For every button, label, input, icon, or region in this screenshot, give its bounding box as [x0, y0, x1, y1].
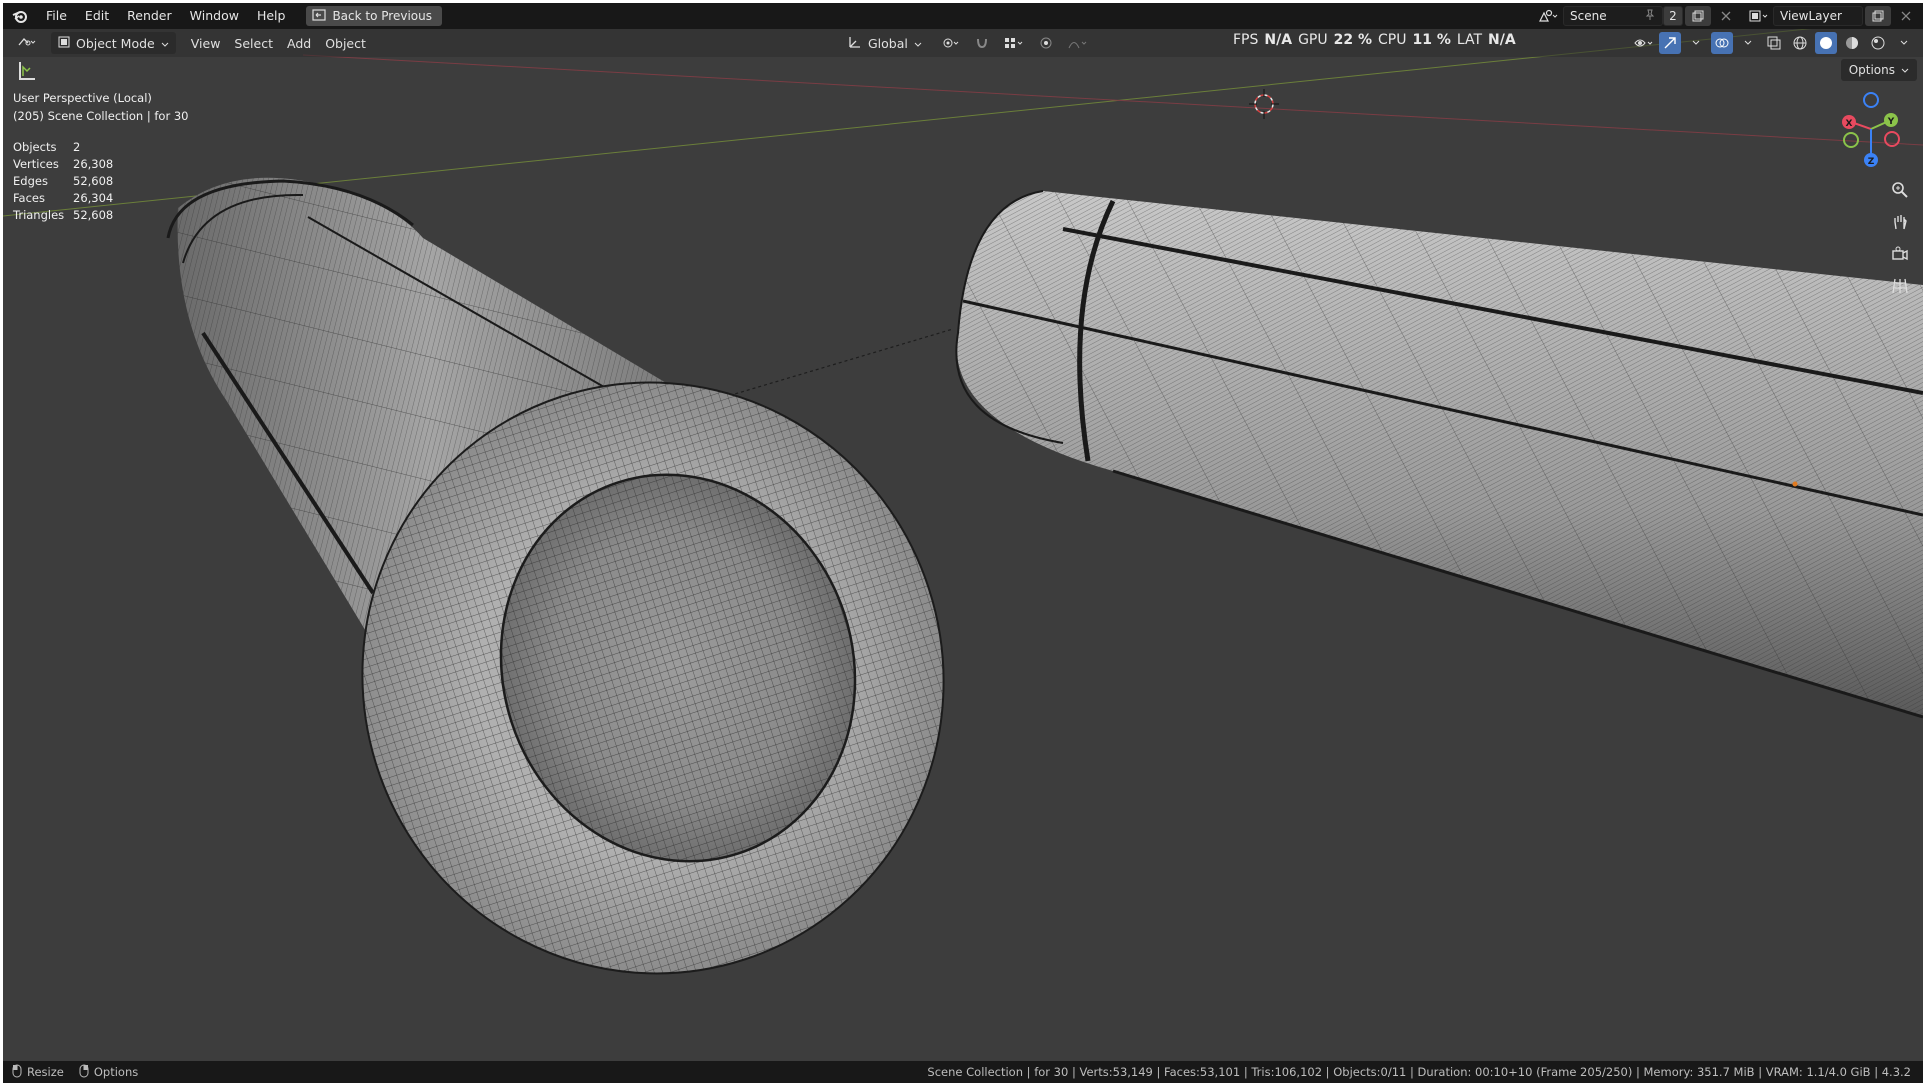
svg-text:Y: Y [1887, 117, 1895, 127]
camera-view-icon[interactable] [1887, 241, 1913, 267]
blender-window: X Y Z File Edit Render Window Help Back … [3, 3, 1923, 1083]
menu-add[interactable]: Add [280, 32, 318, 54]
perspective-ortho-grid-icon[interactable] [1887, 273, 1913, 299]
menu-window[interactable]: Window [181, 3, 248, 29]
overlays-dropdown-icon[interactable] [1737, 32, 1759, 54]
cpu-label: CPU [1378, 32, 1407, 48]
3d-cursor[interactable] [1249, 89, 1279, 119]
stat-row-vertices: Vertices 26,308 [13, 157, 114, 171]
orientation-icon [848, 35, 862, 52]
gizmo-neg-y[interactable] [1843, 132, 1859, 148]
gizmo-neg-z[interactable] [1863, 92, 1879, 108]
back-icon [312, 8, 327, 24]
status-options: Options [78, 1064, 138, 1081]
gpu-label: GPU [1298, 32, 1328, 48]
editor-type-button[interactable] [9, 32, 45, 54]
rendered-shading-icon[interactable] [1867, 32, 1889, 54]
svg-text:X: X [1846, 119, 1853, 129]
delete-scene-icon[interactable] [1713, 6, 1739, 26]
object-mode-icon [58, 36, 70, 51]
scene-statistics: Objects 2 Vertices 26,308 Edges 52,608 Face… [13, 139, 113, 224]
performance-overlay: FPS N/A GPU 22 % CPU 11 % LAT N/A [1233, 29, 1516, 51]
scene-type-icon[interactable] [1537, 5, 1559, 27]
menu-help[interactable]: Help [248, 3, 295, 29]
object-mode-label: Object Mode [76, 35, 155, 51]
gizmo-neg-x[interactable] [1884, 131, 1900, 147]
right-tube-object[interactable] [955, 190, 1923, 719]
status-resize: Resize [11, 1064, 64, 1081]
status-summary: Scene Collection | for 30 | Verts:53,149… [927, 1065, 1911, 1079]
visibility-selectability-icon[interactable] [1633, 32, 1655, 54]
menu-view[interactable]: View [184, 32, 228, 54]
mouse-icon [78, 1064, 90, 1081]
shading-dropdown-icon[interactable] [1893, 32, 1915, 54]
proportional-editing-icon[interactable] [1035, 32, 1057, 54]
back-to-previous-button[interactable]: Back to Previous [306, 6, 442, 26]
view-layer-field[interactable]: ViewLayer [1773, 6, 1863, 26]
menu-object[interactable]: Object [318, 32, 373, 54]
transform-controls: Global [841, 32, 1089, 54]
menu-edit[interactable]: Edit [76, 3, 118, 29]
mouse-icon [11, 1064, 23, 1081]
falloff-icon[interactable] [1067, 32, 1089, 54]
blender-logo-icon[interactable] [3, 3, 37, 29]
lat-label: LAT [1456, 32, 1483, 48]
navigation-controls [1887, 177, 1913, 299]
top-bar: File Edit Render Window Help Back to Pre… [3, 3, 1923, 29]
stat-row-triangles: Triangles 52,608 [13, 208, 114, 222]
chevron-down-icon [1901, 63, 1909, 77]
left-tube-object[interactable] [166, 177, 1020, 1049]
scene-user-count[interactable]: 2 [1663, 6, 1683, 26]
view-layer-icon[interactable] [1747, 5, 1769, 27]
new-scene-icon[interactable] [1685, 6, 1711, 26]
stat-row-objects: Objects 2 [13, 140, 81, 154]
wireframe-shading-icon[interactable] [1789, 32, 1811, 54]
stat-row-edges: Edges 52,608 [13, 174, 114, 188]
gizmo-dropdown-icon[interactable] [1685, 32, 1707, 54]
material-preview-icon[interactable] [1841, 32, 1863, 54]
lat-value: N/A [1488, 32, 1516, 48]
delete-view-layer-icon[interactable] [1893, 6, 1919, 26]
svg-text:Z: Z [1868, 157, 1875, 167]
gpu-value: 22 % [1333, 32, 1372, 48]
editor-type-icon [16, 35, 38, 52]
perspective-label: User Perspective (Local) [13, 91, 152, 105]
viewport-shading-controls [1633, 32, 1915, 54]
back-to-previous-label: Back to Previous [332, 9, 432, 23]
status-bar: Resize Options Scene Collection | for 30… [3, 1061, 1923, 1083]
scene-selector-group: Scene 2 ViewLayer [1537, 3, 1923, 29]
zoom-icon[interactable] [1887, 177, 1913, 203]
relationship-line [717, 328, 954, 400]
navigation-gizmo[interactable]: X Y Z [1842, 92, 1900, 167]
menu-file[interactable]: File [37, 3, 76, 29]
scene-name-field[interactable]: Scene [1563, 6, 1663, 26]
cpu-value: 11 % [1412, 32, 1451, 48]
object-mode-dropdown[interactable]: Object Mode [51, 32, 176, 54]
chevron-down-icon [914, 36, 922, 51]
new-view-layer-icon[interactable] [1865, 6, 1891, 26]
pin-icon[interactable] [1644, 9, 1656, 24]
collection-label: (205) Scene Collection | for 30 [13, 109, 189, 123]
xray-toggle-icon[interactable] [1763, 32, 1785, 54]
snap-target-icon[interactable] [1003, 32, 1025, 54]
viewport-info: User Perspective (Local) (205) Scene Col… [13, 89, 188, 125]
pivot-point-icon[interactable] [939, 32, 961, 54]
solid-shading-icon[interactable] [1815, 32, 1837, 54]
fps-value: N/A [1264, 32, 1293, 48]
overlays-toggle-icon[interactable] [1711, 32, 1733, 54]
snap-toggle-icon[interactable] [971, 32, 993, 54]
pan-hand-icon[interactable] [1887, 209, 1913, 235]
viewport-canvas[interactable]: X Y Z [3, 3, 1923, 1083]
gizmo-toggle-icon[interactable] [1659, 32, 1681, 54]
y-axis-line [302, 54, 1923, 146]
transform-orientation-dropdown[interactable]: Global [841, 32, 929, 54]
active-tool-icon[interactable] [15, 59, 39, 83]
options-dropdown[interactable]: Options [1840, 59, 1917, 81]
menu-select[interactable]: Select [227, 32, 280, 54]
chevron-down-icon [161, 36, 169, 51]
fps-label: FPS [1233, 32, 1259, 48]
menu-render[interactable]: Render [118, 3, 181, 29]
stat-row-faces: Faces 26,304 [13, 191, 114, 205]
